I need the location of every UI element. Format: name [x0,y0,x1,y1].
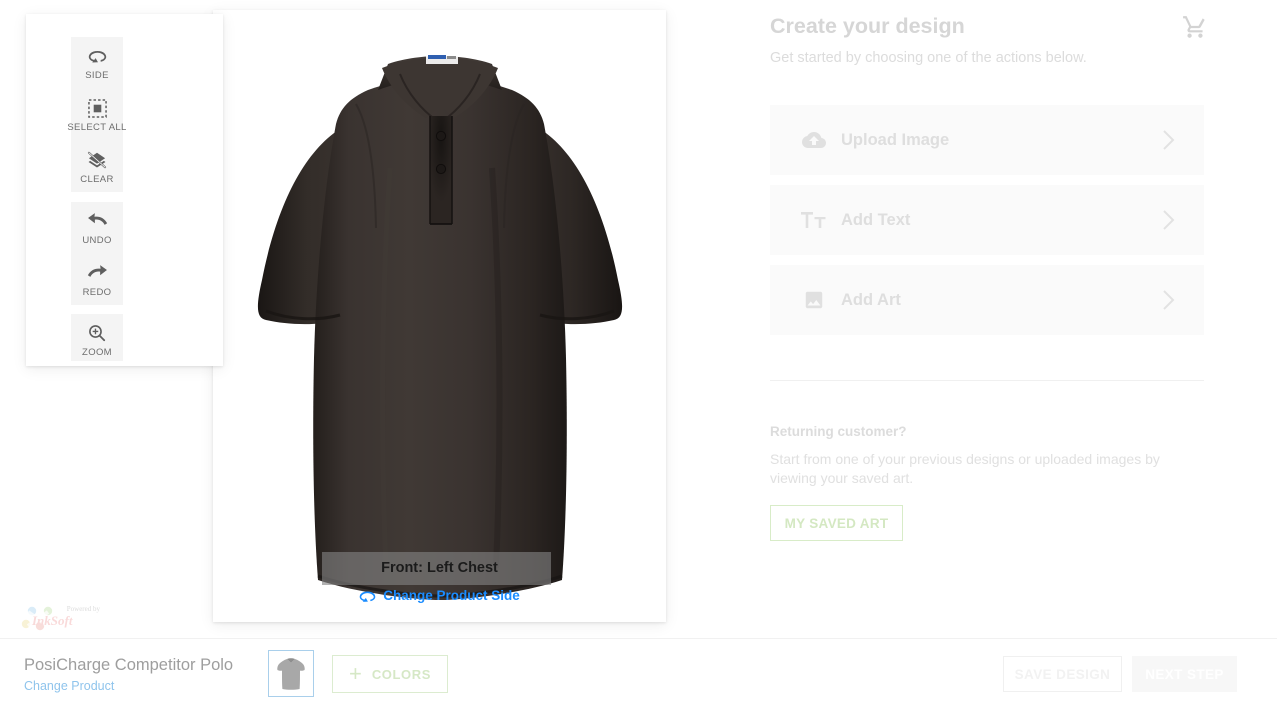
my-saved-art-button[interactable]: MY SAVED ART [770,505,903,541]
colors-button-label: COLORS [371,666,432,682]
next-step-label: NEXT STEP [1145,666,1224,682]
change-product-side-link[interactable]: Change Product Side [213,588,666,606]
watermark-prefix: Powered by [66,605,100,613]
save-design-button[interactable]: SAVE DESIGN [1003,656,1122,692]
side-button-label: SIDE [85,69,109,81]
powered-by-watermark: Powered by InkSoft [18,604,102,634]
add-text-label: Add Text [841,210,911,229]
clear-button-label: CLEAR [80,173,114,185]
action-card-list: Upload Image Add Text Add Art [770,105,1204,345]
add-text-card[interactable]: Add Text [770,185,1204,255]
add-art-card[interactable]: Add Art [770,265,1204,335]
redo-button-label: REDO [82,286,112,298]
tool-panel: SIDE SELECT ALL CLEAR UNDO REDO ZOOM [26,14,223,366]
save-design-label: SAVE DESIGN [1014,666,1111,682]
returning-customer-heading: Returning customer? [770,424,907,439]
side-button[interactable]: SIDE [71,37,123,89]
polo-shirt-render [240,28,640,608]
product-name: PosiCharge Competitor Polo [24,656,234,674]
chevron-right-icon [1162,289,1176,311]
select-all-button[interactable]: SELECT ALL [67,89,126,141]
watermark-brand: InkSoft [32,613,73,628]
shopping-cart-icon[interactable] [1182,14,1208,40]
clear-layers-icon [87,150,107,171]
product-side-label: Front: Left Chest [381,560,498,576]
select-all-icon [87,98,107,119]
zoom-button[interactable]: ZOOM [71,314,123,366]
image-art-icon [797,287,831,313]
page-subtitle: Get started by choosing one of the actio… [770,50,1087,66]
product-thumbnail-swatch[interactable] [268,650,314,697]
product-stage[interactable]: Front: Left Chest Change Product Side [213,10,666,622]
my-saved-art-label: MY SAVED ART [784,515,889,531]
undo-arrow-icon [87,211,108,232]
tool-group-edit: SIDE SELECT ALL CLEAR [67,37,126,193]
panel-divider [770,380,1204,381]
next-step-button[interactable]: NEXT STEP [1132,656,1237,692]
clear-button[interactable]: CLEAR [71,141,123,193]
returning-customer-body: Start from one of your previous designs … [770,451,1160,486]
design-canvas-card[interactable]: Front: Left Chest Change Product Side [213,10,666,622]
chevron-right-icon [1162,209,1176,231]
redo-arrow-icon [87,263,108,284]
rotate-side-icon [88,46,107,67]
redo-button[interactable]: REDO [71,254,123,306]
upload-image-card[interactable]: Upload Image [770,105,1204,175]
zoom-button-label: ZOOM [82,346,112,358]
page-title: Create your design [770,14,965,38]
tool-group-history: UNDO REDO [71,202,123,305]
plus-icon: + [348,661,362,686]
add-art-label: Add Art [841,290,901,309]
polo-shirt-thumbnail [277,657,305,690]
design-studio-app: Front: Left Chest Change Product Side Po… [0,0,1277,710]
create-design-panel: Create your design Get started by choosi… [770,0,1210,640]
undo-button[interactable]: UNDO [71,202,123,254]
polo-shirt-svg [257,53,622,600]
text-format-icon [797,207,831,233]
cloud-upload-icon [797,127,831,153]
upload-image-label: Upload Image [841,130,950,149]
undo-button-label: UNDO [82,234,112,246]
select-all-button-label: SELECT ALL [67,121,127,133]
tool-group-zoom: ZOOM [71,314,123,361]
zoom-in-magnifier-icon [88,323,106,344]
colors-button[interactable]: + COLORS [332,655,448,693]
change-product-side-label: Change Product Side [383,588,520,603]
chevron-right-icon [1162,129,1176,151]
rotate-side-icon [359,590,376,606]
change-product-link[interactable]: Change Product [24,679,114,693]
